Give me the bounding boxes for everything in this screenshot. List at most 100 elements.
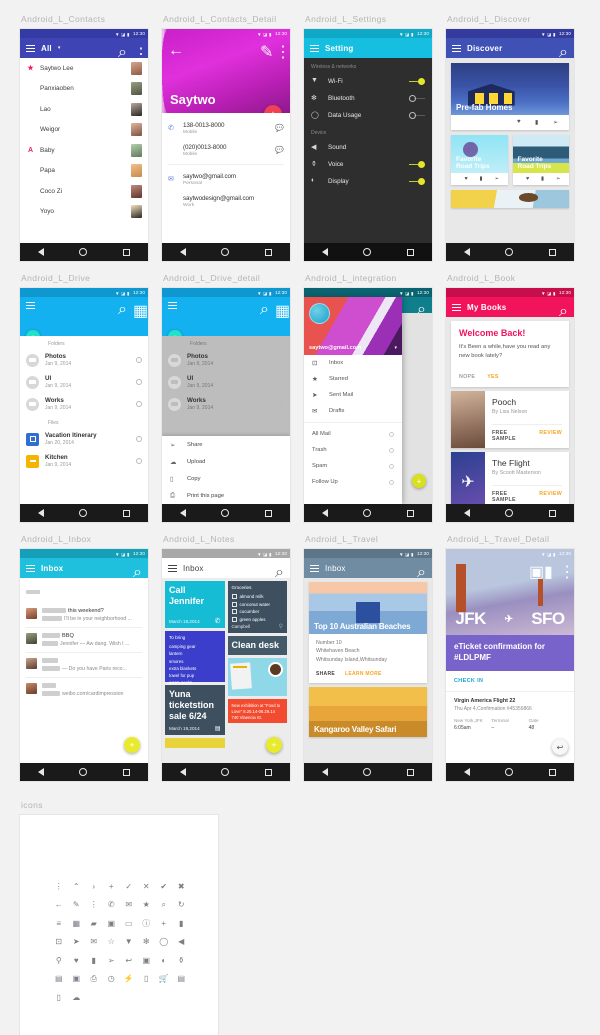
- book-feed[interactable]: Welcome Back! It's Been a while,have you…: [446, 317, 574, 504]
- avatar[interactable]: [309, 303, 330, 324]
- learn-more-button[interactable]: LEARN MORE: [345, 671, 382, 677]
- search-icon[interactable]: ⌕: [260, 301, 269, 318]
- check-icon[interactable]: ✓: [120, 877, 138, 896]
- note-card-exhibit[interactable]: New exhibition at "Food to Love" 8.20.14…: [227, 699, 287, 723]
- mail-row[interactable]: BBQ Jennifer — Aw dang. Wish I ...: [20, 628, 148, 652]
- settings-list[interactable]: Wireless & networks ▼ Wi-Fi ✻ Bluetooth …: [304, 58, 432, 243]
- search-icon[interactable]: ⌕: [417, 564, 426, 581]
- heart-icon[interactable]: ♥: [465, 176, 472, 183]
- home-icon[interactable]: [79, 509, 88, 517]
- chevron-down-icon[interactable]: ▾: [58, 45, 61, 51]
- back-icon[interactable]: [179, 248, 186, 256]
- menu-icon[interactable]: [452, 44, 461, 52]
- inbox-list[interactable]: this weekend? I'll be in your neighborho…: [20, 578, 148, 763]
- menu-icon[interactable]: [168, 564, 177, 572]
- overflow-icon[interactable]: [389, 463, 394, 469]
- menu-icon[interactable]: [26, 44, 35, 52]
- delete-icon[interactable]: ▮: [173, 914, 191, 933]
- chevron-down-icon[interactable]: ▾: [394, 345, 397, 351]
- discover-feed[interactable]: Pre-fab Homes ♥ ▮ ➢ Favorite Road Trips …: [446, 58, 574, 243]
- folder-icon[interactable]: ▰: [85, 914, 103, 933]
- android-nav-bar[interactable]: [162, 504, 290, 522]
- home-icon[interactable]: [363, 248, 372, 256]
- back-icon[interactable]: [321, 509, 328, 517]
- more-vert-dots-icon[interactable]: ⋮: [50, 877, 68, 896]
- star-outline-icon[interactable]: ☆: [103, 933, 121, 952]
- checkbox[interactable]: [231, 601, 237, 607]
- share-button[interactable]: SHARE: [316, 671, 335, 677]
- contact-row[interactable]: Weigor: [20, 120, 148, 141]
- settings-row-display[interactable]: ◐ Display: [304, 173, 432, 190]
- contact-row[interactable]: Lao: [20, 99, 148, 120]
- overflow-icon[interactable]: [136, 458, 142, 464]
- detail-row[interactable]: ✉ saytwo@gmail.com Personal: [162, 169, 290, 189]
- folder-row[interactable]: Works Jan 9, 2014: [20, 393, 148, 415]
- back-icon[interactable]: [37, 509, 44, 517]
- fullscreen-icon[interactable]: ▣: [529, 562, 544, 581]
- menu-icon[interactable]: [310, 564, 319, 572]
- settings-row-bluetooth[interactable]: ✻ Bluetooth: [304, 90, 432, 107]
- mail-row[interactable]: — Do you have Paris reco...: [20, 653, 148, 677]
- android-nav-bar[interactable]: [446, 504, 574, 522]
- info-icon[interactable]: ⓘ: [138, 914, 156, 933]
- search-icon[interactable]: ⌕: [559, 303, 568, 320]
- review-button[interactable]: REVIEW: [539, 430, 562, 442]
- back-icon[interactable]: [37, 768, 44, 776]
- voice-toggle[interactable]: [409, 161, 425, 168]
- recents-icon[interactable]: [407, 509, 415, 517]
- share-icon[interactable]: ➢: [553, 119, 560, 126]
- search-icon[interactable]: ⌕: [417, 301, 426, 318]
- recents-icon[interactable]: [549, 248, 557, 256]
- drawer-item-trash[interactable]: Trash: [304, 442, 402, 458]
- welcome-actions[interactable]: NOPE YES: [459, 374, 561, 380]
- sheet-item-print[interactable]: ⎙ Print this page: [162, 487, 290, 504]
- free-sample-button[interactable]: FREE SAMPLE: [492, 430, 528, 442]
- sheet-item-upload[interactable]: ☁ Upload: [162, 453, 290, 470]
- recents-icon[interactable]: [265, 509, 273, 517]
- overflow-icon[interactable]: [389, 479, 394, 485]
- archive-icon[interactable]: ▤: [173, 970, 191, 989]
- copy-icon[interactable]: ▯: [138, 970, 156, 989]
- overflow-icon[interactable]: [136, 401, 142, 407]
- free-sample-button[interactable]: FREE SAMPLE: [492, 491, 528, 503]
- android-nav-bar[interactable]: [304, 763, 432, 781]
- home-icon[interactable]: [363, 509, 372, 517]
- nope-button[interactable]: NOPE: [459, 374, 475, 380]
- recents-icon[interactable]: [123, 248, 131, 256]
- add-note-fab[interactable]: +: [266, 737, 282, 753]
- home-icon[interactable]: [221, 509, 230, 517]
- drawer-item-starred[interactable]: ★ Starred: [304, 371, 402, 387]
- refresh-icon[interactable]: ↻: [173, 896, 191, 915]
- cloud-upload-icon[interactable]: ☁: [68, 988, 86, 1007]
- note-card-photo[interactable]: [227, 658, 287, 696]
- home-icon[interactable]: [79, 248, 88, 256]
- contact-row[interactable]: Yoyo: [20, 202, 148, 223]
- back-icon[interactable]: [321, 768, 328, 776]
- cart-icon[interactable]: 🛒: [155, 970, 173, 989]
- folder-row[interactable]: Photos Jan 9, 2014: [20, 349, 148, 371]
- home-icon[interactable]: [221, 248, 230, 256]
- file-row[interactable]: Kitchen Jan 9, 2014: [20, 450, 148, 472]
- note-card-call[interactable]: Call Jennifer March 19,2014 ✆: [165, 581, 225, 628]
- home-icon[interactable]: [79, 768, 88, 776]
- edit-pencil-icon[interactable]: ✎: [260, 42, 273, 61]
- message-icon[interactable]: 💬: [275, 124, 284, 133]
- recents-icon[interactable]: [549, 509, 557, 517]
- data-usage-toggle[interactable]: [409, 112, 425, 119]
- wifi-icon[interactable]: ▼: [120, 933, 138, 952]
- book-actions[interactable]: FREE SAMPLE REVIEW: [492, 423, 562, 442]
- search-icon[interactable]: ⌕: [559, 44, 568, 61]
- android-nav-bar[interactable]: [20, 763, 148, 781]
- bookmark-icon[interactable]: ▮: [535, 119, 542, 126]
- note-card-partial[interactable]: [165, 738, 225, 748]
- sheet-item-share[interactable]: ➢ Share: [162, 436, 290, 453]
- drawer-item-spam[interactable]: Spam: [304, 458, 402, 474]
- discover-card[interactable]: Pre-fab Homes ♥ ▮ ➢: [451, 63, 569, 130]
- android-nav-bar[interactable]: [162, 243, 290, 261]
- card-actions[interactable]: ♥ ▮ ➢: [451, 173, 508, 185]
- drawer-item-inbox[interactable]: ⊡ Inbox: [304, 355, 402, 371]
- card-actions[interactable]: SHARE LEARN MORE: [309, 664, 427, 683]
- recents-icon[interactable]: [407, 248, 415, 256]
- folder-row[interactable]: UI Jan 9, 2014: [20, 371, 148, 393]
- android-nav-bar[interactable]: [20, 243, 148, 261]
